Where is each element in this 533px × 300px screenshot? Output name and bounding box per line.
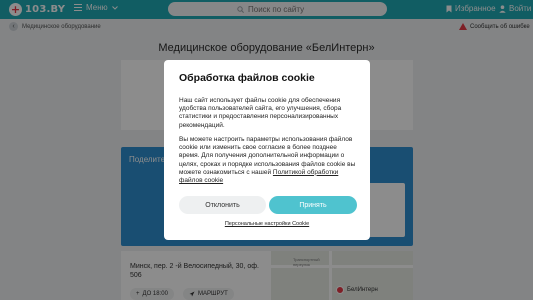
accept-button[interactable]: Принять — [269, 196, 357, 214]
cookie-settings-info: Вы можете настроить параметры использова… — [179, 136, 359, 185]
cookie-settings-link[interactable]: Персональные настройки Cookie — [164, 221, 370, 227]
cookie-description: Наш сайт использует файлы cookie для обе… — [179, 97, 342, 129]
decline-button[interactable]: Отклонить — [179, 196, 266, 214]
cookie-dialog: Обработка файлов cookie Наш сайт использ… — [164, 60, 370, 240]
cookie-dialog-title: Обработка файлов cookie — [179, 72, 315, 84]
